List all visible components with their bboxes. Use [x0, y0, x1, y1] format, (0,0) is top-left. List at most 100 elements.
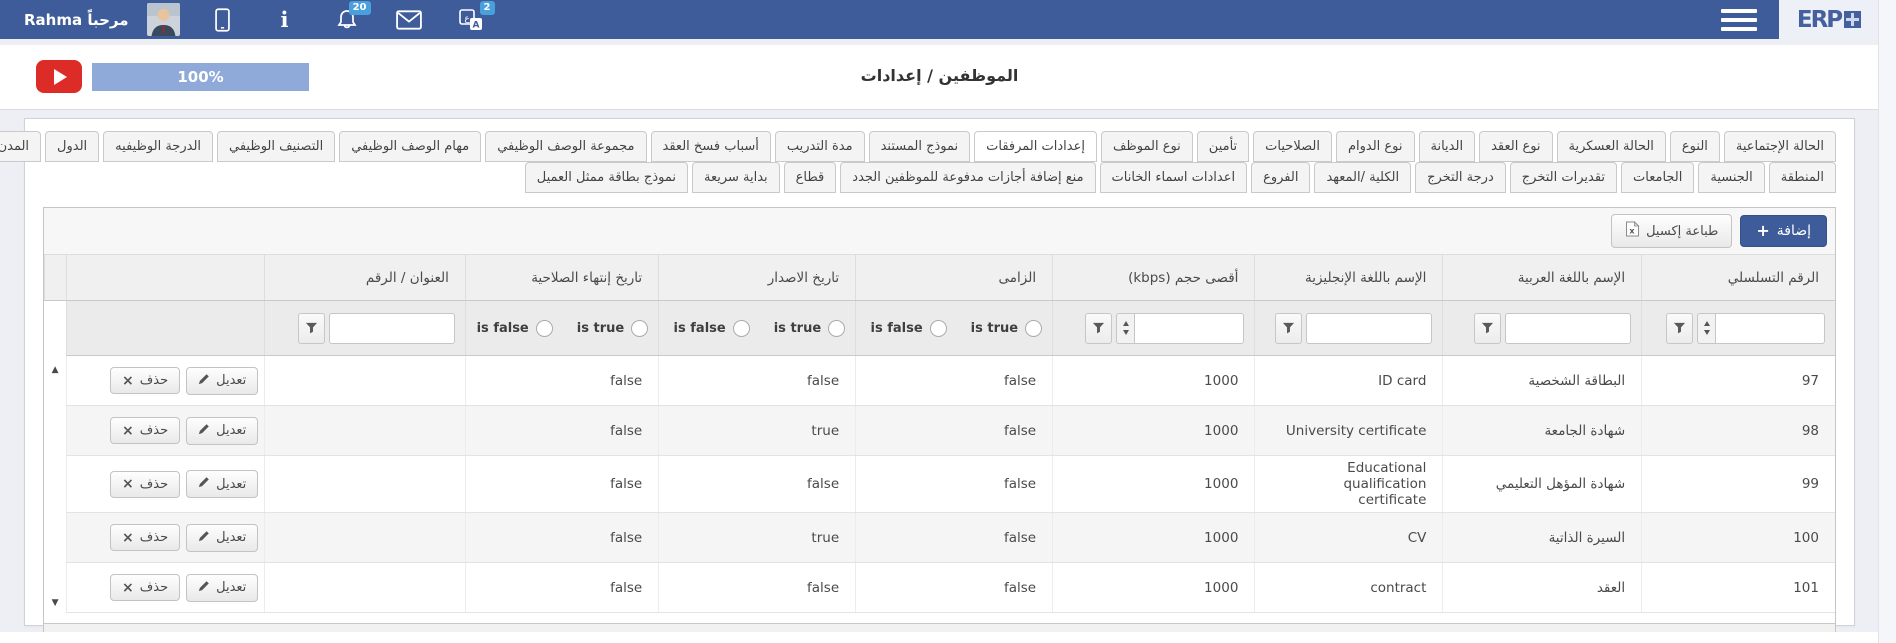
filter-cell-name-en — [1254, 300, 1443, 356]
filter-input-max-size[interactable] — [1134, 312, 1245, 344]
filter-cell-expiry-date: is false is true — [464, 300, 659, 356]
is-true-radio[interactable] — [828, 319, 846, 337]
mail-icon[interactable] — [395, 7, 422, 33]
col-name-ar[interactable]: الإسم باللغة العربية — [1442, 255, 1642, 301]
tab[interactable]: مجموعة الوصف الوظيفي — [485, 131, 647, 162]
cell-mandatory: false — [855, 562, 1053, 613]
print-excel-button[interactable]: x طباعة إكسيل — [1611, 214, 1733, 248]
tab[interactable]: الحالة العسكرية — [1556, 131, 1666, 162]
tab[interactable]: الدرجة الوظيفيه — [103, 131, 214, 162]
tab[interactable]: نوع العقد — [1479, 131, 1553, 162]
col-address[interactable]: العنوان / الرقم — [264, 255, 466, 301]
tab[interactable]: نموذج بطاقة ممثل العميل — [524, 162, 688, 193]
col-actions — [65, 255, 265, 301]
delete-button[interactable]: × حذف — [110, 574, 181, 601]
delete-button[interactable]: × حذف — [110, 417, 181, 444]
tab[interactable]: درجة التخرج — [1415, 162, 1506, 193]
is-false-radio[interactable] — [929, 319, 947, 337]
tab[interactable]: نموذج المستند — [868, 131, 971, 162]
filter-icon[interactable] — [1666, 312, 1693, 344]
hamburger-icon[interactable] — [1721, 8, 1757, 31]
is-true-radio[interactable] — [631, 319, 649, 337]
tab[interactable]: اعدادات اسماء الخانات — [1099, 162, 1248, 193]
tab[interactable]: أسباب فسخ العقد — [650, 131, 771, 162]
tab[interactable]: الجامعات — [1621, 162, 1695, 193]
cell-serial: 98 — [1641, 405, 1835, 456]
tab[interactable]: نوع الدوام — [1335, 131, 1415, 162]
col-serial[interactable]: الرقم التسلسلي — [1641, 255, 1835, 301]
tab[interactable]: الكلية /المعهد — [1314, 162, 1412, 193]
tab[interactable]: المدن — [0, 131, 42, 162]
tab[interactable]: تقديرات التخرج — [1509, 162, 1618, 193]
edit-button[interactable]: تعديل — [186, 523, 259, 552]
col-issue-date[interactable]: تاريخ الاصدار — [658, 255, 856, 301]
filter-cell-address — [264, 300, 466, 356]
filter-icon[interactable] — [1275, 312, 1303, 344]
is-false-radio[interactable] — [732, 319, 750, 337]
bell-icon[interactable]: 20 — [334, 0, 371, 33]
translate-icon[interactable]: عA 2 — [458, 0, 495, 33]
avatar[interactable] — [146, 3, 180, 36]
cell-address — [264, 512, 466, 563]
tab[interactable]: الفروع — [1251, 162, 1311, 193]
col-expiry-date[interactable]: تاريخ إنتهاء الصلاحية — [464, 255, 659, 301]
tab[interactable]: الدول — [45, 131, 100, 162]
col-max-size[interactable]: أقصى حجم (kbps) — [1052, 255, 1255, 301]
delete-button[interactable]: × حذف — [110, 367, 181, 394]
tab[interactable]: التصنيف الوظيفي — [217, 131, 336, 162]
edit-button[interactable]: تعديل — [186, 470, 259, 498]
filter-icon[interactable] — [1474, 312, 1502, 344]
tab[interactable]: بداية سريعة — [691, 162, 780, 193]
filter-input-name-en[interactable] — [1306, 312, 1433, 344]
tab[interactable]: منع إضافة أجازات مدفوعة للموظفين الجدد — [840, 162, 1096, 193]
scroll-up-arrow[interactable]: ▲ — [52, 365, 59, 375]
delete-button[interactable]: × حذف — [110, 470, 181, 498]
mobile-icon[interactable] — [210, 7, 236, 33]
cell-actions: تعديل × حذف — [65, 512, 265, 563]
is-false-radio[interactable] — [535, 319, 553, 337]
data-table: الرقم التسلسلي الإسم باللغة العربية الإس… — [44, 255, 1835, 623]
filter-input-name-ar[interactable] — [1505, 312, 1632, 344]
col-mandatory[interactable]: الزامى — [855, 255, 1053, 301]
delete-button[interactable]: × حذف — [110, 524, 181, 551]
spinner[interactable] — [1697, 312, 1715, 344]
filter-input-address[interactable] — [328, 312, 455, 344]
tab-active[interactable]: إعدادات المرفقات — [974, 131, 1097, 162]
info-icon[interactable]: i — [272, 7, 298, 33]
tab[interactable]: نوع الموظف — [1100, 131, 1193, 162]
grid-header-row: الرقم التسلسلي الإسم باللغة العربية الإس… — [44, 255, 1835, 301]
tab[interactable]: النوع — [1669, 131, 1720, 162]
pencil-icon — [198, 423, 210, 439]
is-true-radio[interactable] — [1025, 319, 1043, 337]
tab[interactable]: قطاع — [783, 162, 837, 193]
spinner[interactable] — [1116, 312, 1135, 344]
attachments-grid: + إضافة x طباعة إكسيل الرقم التسلسلي الإسم… — [43, 207, 1836, 643]
brand-logo[interactable]: ERP — [1779, 0, 1879, 39]
cell-expiry-date: false — [464, 512, 659, 563]
cell-issue-date: true — [658, 512, 856, 563]
filter-input-serial[interactable] — [1715, 312, 1825, 344]
tab[interactable]: الحالة الإجتماعية — [1723, 131, 1836, 162]
edit-button[interactable]: تعديل — [186, 366, 259, 395]
cell-name-ar: السيرة الذاتية — [1442, 512, 1642, 563]
tab[interactable]: المنطقة — [1768, 162, 1836, 193]
filter-cell-actions — [65, 300, 265, 356]
tab[interactable]: مدة التدريب — [774, 131, 865, 162]
edit-button[interactable]: تعديل — [186, 573, 259, 602]
tab[interactable]: الصلاحيات — [1253, 131, 1332, 162]
tab[interactable]: تأمين — [1196, 131, 1250, 162]
tab[interactable]: الديانة — [1418, 131, 1476, 162]
tab[interactable]: الجنسية — [1698, 162, 1765, 193]
edit-button[interactable]: تعديل — [186, 416, 259, 445]
add-button[interactable]: + إضافة — [1740, 215, 1827, 247]
col-name-en[interactable]: الإسم باللغة الإنجليزية — [1254, 255, 1443, 301]
scroll-down-arrow[interactable]: ▼ — [52, 598, 59, 608]
filter-cell-issue-date: is false is true — [658, 300, 856, 356]
col-scroll — [44, 255, 67, 301]
page-scrollbar[interactable] — [1878, 0, 1896, 643]
filter-icon[interactable] — [297, 312, 325, 344]
tab[interactable]: مهام الوصف الوظيفي — [339, 131, 482, 162]
filter-icon[interactable] — [1085, 312, 1113, 344]
tabs-row-1: الحالة الإجتماعية النوع الحالة العسكرية نوع… — [0, 131, 1836, 162]
pencil-icon — [198, 530, 210, 546]
